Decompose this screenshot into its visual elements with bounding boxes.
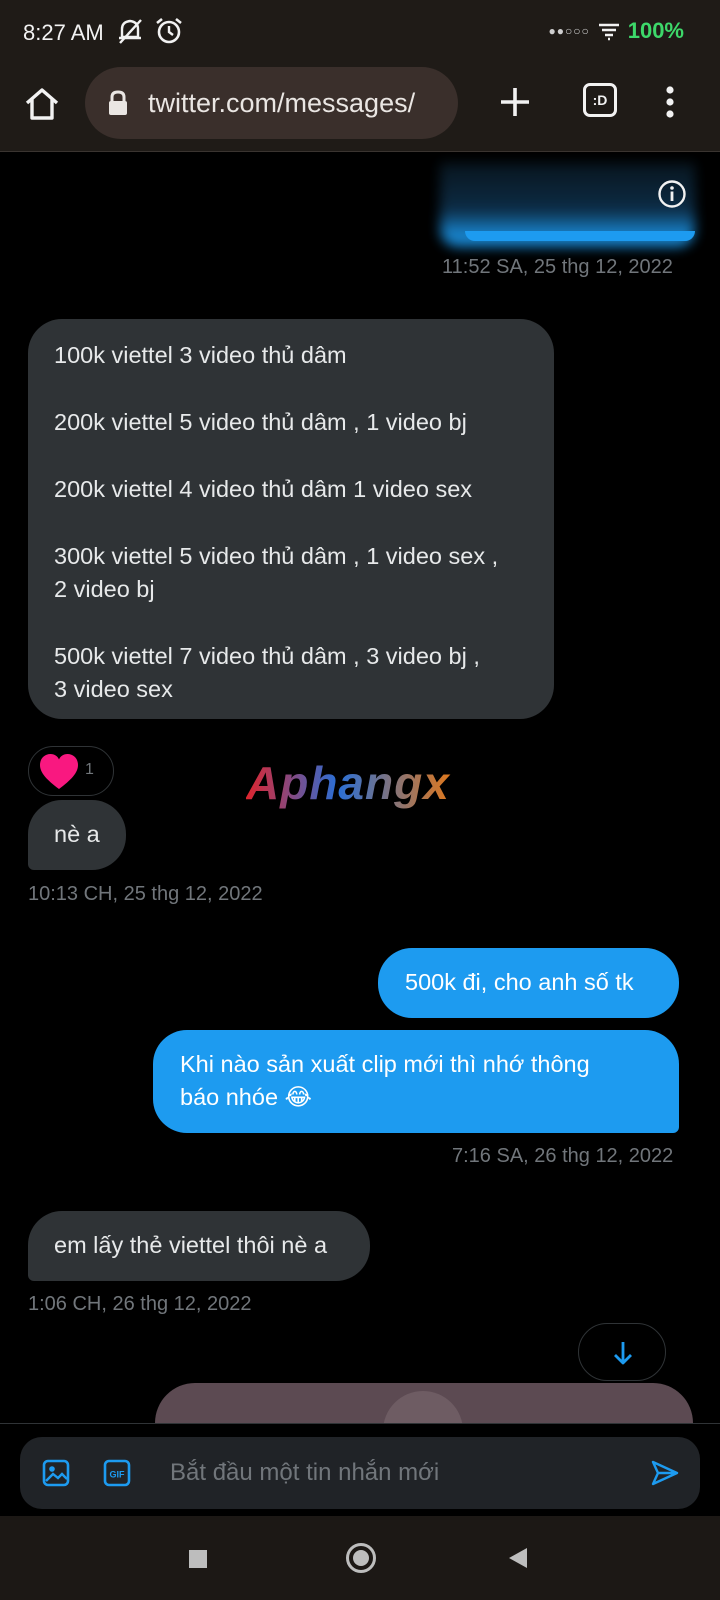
message-text: 500k đi, cho anh số tk (405, 969, 634, 995)
back-icon[interactable] (508, 1547, 528, 1569)
lock-icon (109, 90, 127, 115)
mute-icon (119, 19, 142, 44)
status-icons (116, 16, 184, 46)
heart-icon (40, 754, 78, 789)
recents-icon[interactable] (189, 1550, 207, 1568)
scroll-to-bottom-button[interactable] (578, 1323, 666, 1381)
url-text: twitter.com/messages/ (148, 88, 416, 118)
home-icon[interactable] (22, 84, 62, 124)
signal-icon: ●●○○○ (548, 24, 590, 38)
price-list-message[interactable]: 100k viettel 3 video thủ dâm 200k viette… (28, 319, 554, 719)
message-line: 200k viettel 5 video thủ dâm , 1 video b… (54, 409, 467, 435)
message-timestamp: 11:52 SA, 25 thg 12, 2022 (442, 256, 673, 278)
address-bar[interactable]: twitter.com/messages/ (85, 67, 458, 139)
message-line: 300k viettel 5 video thủ dâm , 1 video s… (54, 543, 499, 569)
message-line: 500k viettel 7 video thủ dâm , 3 video b… (54, 643, 480, 669)
send-icon[interactable] (650, 1459, 680, 1487)
image-icon[interactable] (42, 1459, 70, 1487)
watermark-logo: Aphangx (246, 757, 451, 809)
outgoing-message[interactable]: 500k đi, cho anh số tk (378, 948, 679, 1018)
status-time: 8:27 AM (23, 20, 104, 45)
reaction-count: 1 (85, 761, 94, 778)
message-line: 200k viettel 4 video thủ dâm 1 video sex (54, 476, 473, 502)
status-bar: 8:27 AM ●●○○○ 100% (0, 0, 720, 62)
arrow-down-icon (614, 1342, 632, 1365)
message-input[interactable] (170, 1451, 620, 1495)
info-icon[interactable] (657, 179, 687, 209)
menu-icon[interactable] (660, 82, 680, 122)
message-line: 100k viettel 3 video thủ dâm (54, 342, 347, 368)
tabs-icon[interactable]: :D (583, 83, 617, 117)
heart-reaction[interactable]: 1 (28, 746, 114, 796)
message-text: nè a (54, 821, 100, 847)
message-timestamp: 1:06 CH, 26 thg 12, 2022 (28, 1293, 252, 1315)
message-line: 3 video sex (54, 676, 173, 702)
battery-level: 100% (627, 18, 684, 43)
blurred-message-edge (465, 231, 695, 241)
message-composer: GIF (20, 1437, 700, 1509)
message-text: Khi nào sản xuất clip mới thì nhớ thông (180, 1051, 590, 1077)
plus-icon[interactable] (497, 84, 533, 120)
loading-icon (383, 1391, 463, 1423)
svg-text:Aphangx: Aphangx (246, 757, 451, 809)
media-message[interactable] (155, 1383, 693, 1423)
alarm-icon (156, 17, 182, 44)
message-text: báo nhóe 😂 (180, 1084, 313, 1110)
message-line: 2 video bj (54, 576, 155, 602)
svg-text:GIF: GIF (110, 1470, 126, 1480)
message-timestamp: 7:16 SA, 26 thg 12, 2022 (452, 1145, 674, 1167)
message-bubble[interactable]: em lấy thẻ viettel thôi nè a (28, 1211, 370, 1281)
message-text: em lấy thẻ viettel thôi nè a (54, 1232, 328, 1258)
home-nav-icon[interactable] (346, 1543, 376, 1573)
gif-icon[interactable]: GIF (103, 1459, 131, 1487)
message-timestamp: 10:13 CH, 25 thg 12, 2022 (28, 883, 263, 905)
composer-bar: GIF (0, 1423, 720, 1516)
android-nav-bar (0, 1516, 720, 1600)
wifi-icon (598, 23, 619, 41)
outgoing-message[interactable]: Khi nào sản xuất clip mới thì nhớ thông … (153, 1030, 679, 1133)
conversation-thread[interactable]: 11:52 SA, 25 thg 12, 2022 100k viettel 3… (0, 153, 720, 1423)
status-right: ●●○○○ 100% (548, 18, 684, 44)
message-bubble[interactable]: nè a (28, 800, 126, 870)
browser-toolbar: twitter.com/messages/ :D (0, 62, 720, 152)
